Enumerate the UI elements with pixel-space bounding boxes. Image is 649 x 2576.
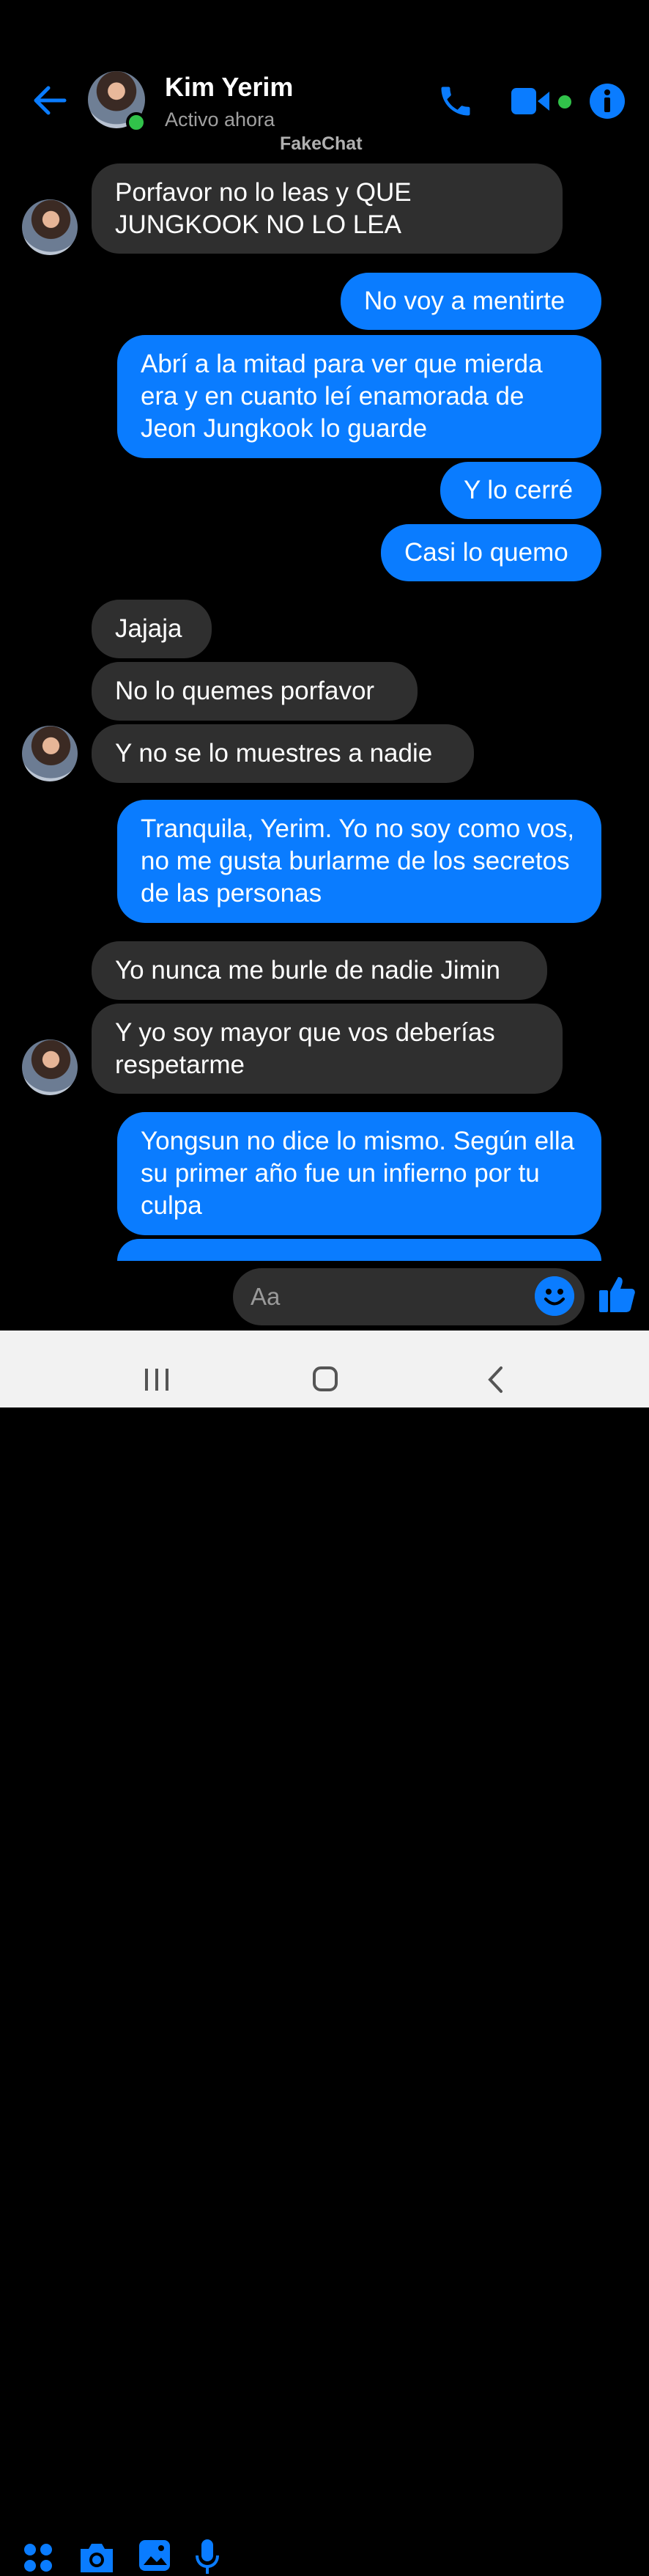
sender-avatar	[22, 199, 78, 255]
back-arrow-icon[interactable]	[29, 81, 69, 120]
video-active-dot	[558, 95, 571, 108]
message-bubble-outgoing-partial[interactable]	[117, 1239, 601, 1261]
message-bubble-outgoing[interactable]: Yongsun no dice lo mismo. Según ella su …	[117, 1112, 601, 1235]
message-bubble-outgoing[interactable]: Casi lo quemo	[381, 524, 601, 581]
contact-name[interactable]: Kim Yerim	[165, 72, 293, 103]
emoji-icon[interactable]	[535, 1276, 574, 1316]
sender-avatar	[22, 726, 78, 781]
system-nav-bar	[0, 1331, 649, 1407]
like-icon[interactable]	[598, 1274, 636, 1314]
camera-icon[interactable]	[78, 2540, 116, 2575]
contact-status: Activo ahora	[165, 108, 275, 130]
message-bubble-incoming[interactable]: Yo nunca me burle de nadie Jimin	[92, 941, 547, 1000]
back-nav-icon[interactable]	[486, 1366, 504, 1394]
message-input-placeholder: Aa	[251, 1283, 281, 1310]
message-input[interactable]	[233, 1268, 585, 1325]
video-call-icon[interactable]	[510, 85, 552, 117]
home-icon[interactable]	[312, 1366, 338, 1392]
online-indicator	[126, 112, 147, 133]
message-bubble-incoming[interactable]: Porfavor no lo leas y QUE JUNGKOOK NO LO…	[92, 163, 563, 254]
watermark: FakeChat	[280, 133, 363, 154]
message-bubble-outgoing[interactable]: Tranquila, Yerim. Yo no soy como vos, no…	[117, 800, 601, 923]
image-icon[interactable]	[138, 2539, 171, 2572]
sender-avatar	[22, 1039, 78, 1095]
message-bubble-outgoing[interactable]: Y lo cerré	[440, 462, 601, 519]
message-bubble-incoming[interactable]: No lo quemes porfavor	[92, 662, 418, 721]
message-bubble-outgoing[interactable]: Abrí a la mitad para ver que mierda era …	[117, 335, 601, 458]
message-bubble-incoming[interactable]: Y yo soy mayor que vos deberías respetar…	[92, 1004, 563, 1094]
mic-icon[interactable]	[195, 2538, 220, 2576]
apps-icon[interactable]	[22, 2542, 54, 2574]
message-bubble-incoming[interactable]: Y no se lo muestres a nadie	[92, 724, 474, 783]
chat-header: Kim Yerim Activo ahora FakeChat	[0, 0, 649, 158]
message-bubble-outgoing[interactable]: No voy a mentirte	[341, 273, 601, 330]
phone-icon[interactable]	[437, 82, 475, 120]
message-bubble-incoming[interactable]: Jajaja	[92, 600, 212, 658]
recent-apps-icon[interactable]	[144, 1367, 170, 1392]
info-icon[interactable]	[589, 83, 626, 119]
